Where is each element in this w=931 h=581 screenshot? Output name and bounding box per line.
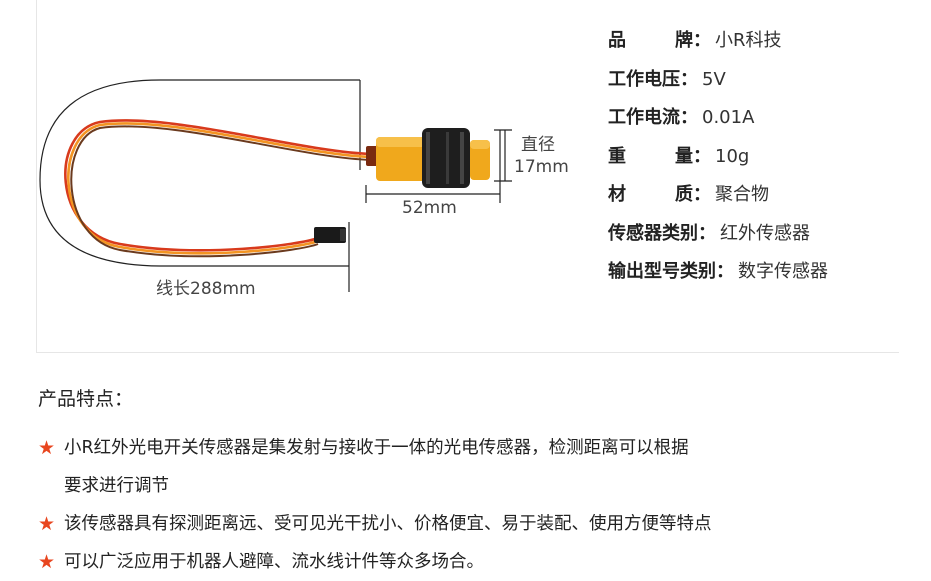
spec-colon: ：	[693, 184, 711, 205]
spec-label-voltage: 工作电压	[608, 68, 680, 90]
spec-row-output-type: 输出型号类别 ： 数字传感器	[608, 257, 828, 296]
spec-label-char: 牌	[675, 30, 693, 51]
spec-label-brand: 品牌	[608, 26, 693, 52]
spec-value-sensor-type: 红外传感器	[720, 222, 810, 244]
feature-text-continued: 要求进行调节	[64, 476, 169, 496]
spec-colon: ：	[680, 107, 698, 128]
diameter-label: 直径	[521, 135, 555, 155]
spec-row-voltage: 工作电压 ： 5V	[608, 65, 828, 104]
spec-label-sensor-type: 传感器类别	[608, 222, 698, 244]
spec-label-material: 材质	[608, 180, 693, 206]
features-title: 产品特点：	[38, 388, 134, 410]
spec-label-char: 质	[675, 184, 693, 205]
spec-colon: ：	[693, 145, 711, 167]
spec-row-current: 工作电流 ： 0.01A	[608, 103, 828, 142]
spec-row-brand: 品牌 ： 小R科技	[608, 26, 828, 65]
spec-colon: ：	[680, 68, 698, 90]
length-label: 52mm	[402, 198, 457, 218]
spec-row-weight: 重量 ： 10g	[608, 142, 828, 181]
spec-label-char: 重	[608, 145, 626, 167]
spec-value-material: 聚合物	[715, 184, 769, 205]
spec-label-char: 品	[608, 30, 626, 51]
star-icon: ★	[38, 513, 56, 535]
sensor-diagram: 直径 17mm 52mm 线长288mm	[39, 79, 569, 299]
spec-label-char: 材	[608, 184, 626, 205]
product-features: 产品特点： ★ 小R红外光电开关传感器是集发射与接收于一体的光电传感器，检测距离…	[38, 384, 898, 581]
star-icon: ★	[38, 551, 56, 573]
feature-text: 小R红外光电开关传感器是集发射与接收于一体的光电传感器，检测距离可以根据	[64, 438, 689, 458]
spec-value-brand: 小R科技	[715, 30, 782, 51]
spec-colon: ：	[698, 222, 716, 244]
spec-list: 品牌 ： 小R科技 工作电压 ： 5V 工作电流 ： 0.01A 重量 ： 10…	[608, 26, 828, 296]
spec-label-output-type: 输出型号类别	[608, 261, 716, 282]
feature-item: ★ 该传感器具有探测距离远、受可见光干扰小、价格便宜、易于装配、使用方便等特点	[38, 505, 898, 543]
diameter-value: 17mm	[514, 157, 569, 177]
feature-text: 可以广泛应用于机器人避障、流水线计件等众多场合。	[64, 552, 484, 572]
spec-label-char: 量	[675, 145, 693, 167]
spec-label-weight: 重量	[608, 142, 693, 168]
wire-length-outline	[39, 79, 360, 267]
dupont-connector	[314, 227, 346, 243]
feature-item: ★ 可以广泛应用于机器人避障、流水线计件等众多场合。	[38, 543, 898, 581]
spec-row-material: 材质 ： 聚合物	[608, 180, 828, 219]
wire-length-label: 线长288mm	[156, 279, 256, 299]
spec-colon: ：	[693, 30, 711, 51]
spec-value-weight: 10g	[715, 145, 750, 167]
star-icon: ★	[38, 437, 56, 459]
spec-row-sensor-type: 传感器类别 ： 红外传感器	[608, 219, 828, 258]
spec-value-output-type: 数字传感器	[738, 261, 828, 282]
spec-value-current: 0.01A	[702, 107, 755, 128]
spec-value-voltage: 5V	[702, 68, 726, 90]
sensor-body	[366, 128, 490, 188]
spec-label-current: 工作电流	[608, 107, 680, 128]
spec-colon: ：	[716, 261, 734, 282]
feature-text: 该传感器具有探测距离远、受可见光干扰小、价格便宜、易于装配、使用方便等特点	[64, 514, 712, 534]
feature-item: ★ 小R红外光电开关传感器是集发射与接收于一体的光电传感器，检测距离可以根据 要…	[38, 429, 898, 505]
